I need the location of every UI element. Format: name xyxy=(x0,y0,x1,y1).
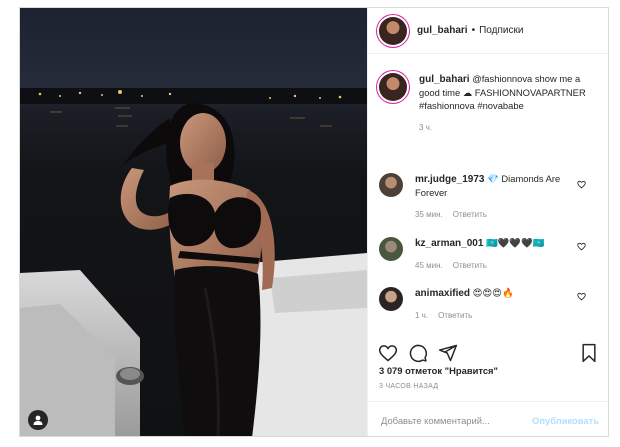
reply-button[interactable]: Ответить xyxy=(438,311,472,320)
photo-illustration xyxy=(20,88,367,436)
publish-button[interactable]: Опубликовать xyxy=(532,415,599,426)
comment-body: mr.judge_1973 💎 Diamonds Are Forever 35 … xyxy=(415,172,587,221)
post-side-panel: gul_bahari • Подписки gul_bahari @fashio… xyxy=(367,8,608,436)
bookmark-icon[interactable] xyxy=(580,343,598,363)
comment-username[interactable]: kz_arman_001 xyxy=(415,238,483,249)
tagged-user-button[interactable] xyxy=(28,410,48,430)
follow-status-button[interactable]: Подписки xyxy=(479,25,523,36)
post-photo[interactable] xyxy=(20,8,367,436)
comment-like-heart-icon[interactable] xyxy=(577,242,586,251)
comment-username[interactable]: mr.judge_1973 xyxy=(415,174,484,185)
caption-body: gul_bahari @fashionnova show me a good t… xyxy=(419,72,591,134)
likes-count[interactable]: 3 079 отметок "Нравится" xyxy=(379,365,498,376)
caption-meta: 3 ч. xyxy=(419,121,591,134)
caption-time[interactable]: 3 ч. xyxy=(419,123,432,132)
comment-text: 🇰🇿🖤🖤🖤🇰🇿 xyxy=(486,237,545,248)
caption: gul_bahari @fashionnova show me a good t… xyxy=(379,72,600,134)
caption-username[interactable]: gul_bahari xyxy=(419,74,470,85)
caption-avatar[interactable] xyxy=(379,73,407,101)
heart-icon[interactable] xyxy=(378,343,398,363)
reply-button[interactable]: Ответить xyxy=(453,261,487,270)
list-item: kz_arman_001 🇰🇿🖤🖤🖤🇰🇿 45 мин. Ответить xyxy=(379,236,600,272)
share-icon[interactable] xyxy=(438,343,458,363)
comment-text: 😍😍😍🔥 xyxy=(472,287,514,298)
list-item: animaxified 😍😍😍🔥 1 ч. Ответить xyxy=(379,286,600,322)
post-modal: gul_bahari • Подписки gul_bahari @fashio… xyxy=(19,7,609,437)
comment-body: animaxified 😍😍😍🔥 1 ч. Ответить xyxy=(415,286,587,322)
comment-like-heart-icon[interactable] xyxy=(577,180,586,189)
author-username[interactable]: gul_bahari xyxy=(417,25,468,36)
comment-username[interactable]: animaxified xyxy=(415,288,470,299)
reply-button[interactable]: Ответить xyxy=(453,210,487,219)
comment-input[interactable] xyxy=(379,413,533,427)
comment-time[interactable]: 35 мин. xyxy=(415,210,443,219)
list-item: mr.judge_1973 💎 Diamonds Are Forever 35 … xyxy=(379,172,600,221)
comment-icon[interactable] xyxy=(408,343,428,363)
add-comment-bar: Опубликовать xyxy=(368,401,608,436)
comment-like-heart-icon[interactable] xyxy=(577,292,586,301)
comments-list[interactable]: gul_bahari @fashionnova show me a good t… xyxy=(368,54,608,341)
comment-avatar[interactable] xyxy=(379,237,403,261)
action-bar xyxy=(368,341,608,365)
comment-avatar[interactable] xyxy=(379,287,403,311)
author-avatar[interactable] xyxy=(379,16,407,45)
comment-time[interactable]: 1 ч. xyxy=(415,311,428,320)
comment-meta: 35 мин. Ответить xyxy=(415,208,587,221)
comment-body: kz_arman_001 🇰🇿🖤🖤🖤🇰🇿 45 мин. Ответить xyxy=(415,236,587,272)
comment-time[interactable]: 45 мин. xyxy=(415,261,443,270)
comment-meta: 45 мин. Ответить xyxy=(415,259,587,272)
comment-avatar[interactable] xyxy=(379,173,403,197)
post-timestamp[interactable]: 3 ЧАСОВ НАЗАД xyxy=(379,383,438,390)
user-tag-icon xyxy=(33,415,43,425)
post-header: gul_bahari • Подписки xyxy=(368,8,608,54)
header-separator: • xyxy=(471,25,476,36)
comment-meta: 1 ч. Ответить xyxy=(415,309,587,322)
